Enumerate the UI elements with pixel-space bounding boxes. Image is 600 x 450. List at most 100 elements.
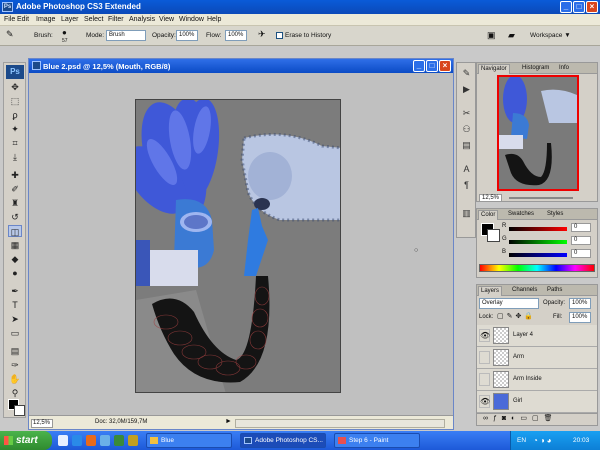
tab-color[interactable]: Color — [478, 210, 499, 220]
visibility-eye-icon[interactable]: 👁 — [479, 329, 490, 342]
red-channel-input[interactable]: 0 — [571, 223, 591, 232]
firefox-icon[interactable] — [86, 435, 96, 446]
brush-tip-icon[interactable]: ● — [62, 28, 67, 37]
visibility-toggle[interactable] — [479, 351, 490, 364]
magic-wand-tool-icon[interactable]: ✦ — [8, 123, 22, 135]
new-layer-icon[interactable]: ▢ — [532, 415, 544, 422]
tab-navigator[interactable]: Navigator — [478, 64, 510, 74]
tab-info[interactable]: Info — [557, 64, 571, 74]
dodge-tool-icon[interactable]: ● — [8, 267, 22, 279]
link-layers-icon[interactable]: ∞ — [483, 415, 493, 422]
visibility-eye-icon[interactable]: 👁 — [479, 395, 490, 408]
brush-tool-icon[interactable]: ✐ — [8, 183, 22, 195]
taskbar-item-blue[interactable]: Blue — [146, 433, 232, 448]
taskbar-item-paint[interactable]: Step 6 - Paint — [334, 433, 420, 448]
eraser-tool-icon[interactable]: ◫ — [8, 225, 22, 237]
menu-window[interactable]: Window — [179, 16, 204, 23]
artwork-canvas[interactable] — [135, 99, 341, 393]
tab-paths[interactable]: Paths — [545, 286, 564, 296]
app-icon[interactable] — [114, 435, 124, 446]
move-tool-icon[interactable]: ✥ — [8, 81, 22, 93]
blend-mode-select[interactable]: Overlay — [479, 298, 539, 309]
lasso-tool-icon[interactable]: ϼ — [8, 109, 22, 121]
paragraph-panel-icon[interactable]: ¶ — [460, 179, 473, 191]
menu-select[interactable]: Select — [84, 16, 103, 23]
layer-row[interactable]: Arm — [477, 347, 597, 369]
bridge-icon[interactable]: ▰ — [508, 30, 515, 41]
layer-row[interactable]: 👁 Girl — [477, 391, 597, 413]
clone-stamp-tool-icon[interactable]: ♜ — [8, 197, 22, 209]
brushes-panel-icon[interactable]: ✎ — [460, 67, 473, 79]
tab-styles[interactable]: Styles — [545, 210, 565, 220]
layer-comps-icon[interactable]: ▤ — [460, 139, 473, 151]
blur-tool-icon[interactable]: ◆ — [8, 253, 22, 265]
clone-source-icon[interactable]: ⚇ — [460, 123, 473, 135]
tray-icons[interactable]: ◔◑◕ — [533, 436, 554, 445]
gradient-tool-icon[interactable]: ▦ — [8, 239, 22, 251]
green-channel-input[interactable]: 0 — [571, 236, 591, 245]
hand-tool-icon[interactable]: ✋ — [8, 373, 22, 385]
navigator-zoom-field[interactable]: 12,5% — [479, 194, 503, 202]
erase-to-history-checkbox[interactable] — [276, 32, 283, 39]
actions-panel-icon[interactable]: ▶ — [460, 83, 473, 95]
blue-channel-slider[interactable] — [509, 253, 567, 257]
navigator-zoom-slider[interactable] — [509, 197, 573, 199]
zoom-tool-icon[interactable]: ⚲ — [8, 387, 22, 399]
document-zoom-field[interactable]: 12,5% — [31, 419, 53, 428]
eraser-tool-icon[interactable]: ✎ — [6, 29, 14, 40]
shape-tool-icon[interactable]: ▭ — [8, 327, 22, 339]
eyedropper-2-tool-icon[interactable]: ✑ — [8, 359, 22, 371]
new-group-icon[interactable]: ▭ — [520, 415, 532, 422]
menu-image[interactable]: Image — [36, 16, 55, 23]
media-player-icon[interactable] — [100, 435, 110, 446]
tab-channels[interactable]: Channels — [510, 286, 539, 296]
minimize-button[interactable]: _ — [560, 1, 572, 13]
language-indicator[interactable]: EN — [517, 437, 526, 444]
navigator-thumbnail[interactable] — [497, 75, 579, 191]
taskbar-item-photoshop[interactable]: Adobe Photoshop CS... — [240, 433, 326, 448]
type-tool-icon[interactable]: T — [8, 299, 22, 311]
history-brush-tool-icon[interactable]: ↺ — [8, 211, 22, 223]
lock-options-icon[interactable]: ▢✎✥🔒 — [497, 312, 536, 320]
tab-swatches[interactable]: Swatches — [506, 210, 536, 220]
maximize-button[interactable]: □ — [573, 1, 585, 13]
airbrush-icon[interactable]: ✈ — [258, 29, 266, 40]
green-channel-slider[interactable] — [509, 240, 567, 244]
menu-analysis[interactable]: Analysis — [129, 16, 155, 23]
notes-panel-icon[interactable]: ▥ — [460, 207, 473, 219]
menu-filter[interactable]: Filter — [108, 16, 124, 23]
opacity-input[interactable]: 100% — [176, 30, 198, 41]
doc-minimize-button[interactable]: _ — [413, 60, 425, 72]
tab-histogram[interactable]: Histogram — [520, 64, 551, 74]
pen-tool-icon[interactable]: ✒ — [8, 285, 22, 297]
menu-file[interactable]: File — [4, 16, 15, 23]
layer-mask-icon[interactable]: ◙ — [502, 415, 511, 422]
visibility-toggle[interactable] — [479, 373, 490, 386]
menu-edit[interactable]: Edit — [17, 16, 29, 23]
mode-select[interactable]: Brush — [106, 30, 146, 41]
palette-well-icon[interactable]: ▣ — [487, 30, 496, 41]
marquee-tool-icon[interactable]: ⬚ — [8, 95, 22, 107]
show-desktop-icon[interactable] — [58, 435, 68, 446]
eyedropper-tool-icon[interactable]: ⤓ — [8, 151, 22, 163]
internet-explorer-icon[interactable] — [72, 435, 82, 446]
path-selection-tool-icon[interactable]: ➤ — [8, 313, 22, 325]
adjustment-layer-icon[interactable]: ◐ — [511, 415, 520, 422]
character-panel-icon[interactable]: A — [460, 163, 473, 175]
canvas-area[interactable]: ○ — [29, 73, 453, 415]
doc-close-button[interactable]: × — [439, 60, 451, 72]
doc-maximize-button[interactable]: □ — [426, 60, 438, 72]
layer-row[interactable]: Arm Inside — [477, 369, 597, 391]
menu-view[interactable]: View — [159, 16, 174, 23]
blue-channel-input[interactable]: 0 — [571, 249, 591, 258]
delete-layer-icon[interactable]: 🗑 — [544, 415, 558, 422]
horizontal-scrollbar[interactable] — [235, 419, 445, 428]
workspace-menu[interactable]: Workspace ▼ — [530, 32, 571, 39]
menu-layer[interactable]: Layer — [61, 16, 79, 23]
healing-tool-icon[interactable]: ✚ — [8, 169, 22, 181]
flow-input[interactable]: 100% — [225, 30, 247, 41]
menu-help[interactable]: Help — [207, 16, 221, 23]
document-title-bar[interactable]: Blue 2.psd @ 12,5% (Mouth, RGB/8) _ □ × — [29, 59, 453, 73]
start-button[interactable]: start — [0, 431, 52, 450]
fill-input[interactable]: 100% — [569, 312, 591, 323]
